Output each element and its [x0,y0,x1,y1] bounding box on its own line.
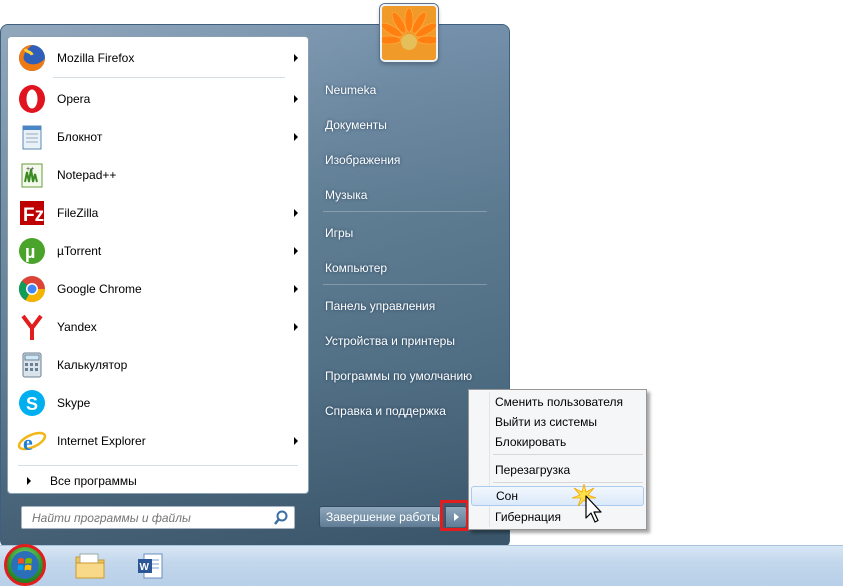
highlight-frame [440,500,469,531]
flower-picture-icon [382,6,436,60]
divider [323,211,487,212]
program-label: Google Chrome [57,282,142,296]
svg-text:µ: µ [25,242,35,262]
program-label: Mozilla Firefox [57,51,135,65]
search-box[interactable] [21,506,295,529]
svg-text:Fz: Fz [23,205,44,226]
link-user-folder[interactable]: Neumeka [325,83,376,97]
taskbar-word-button[interactable]: W [132,549,168,583]
program-label: Opera [57,92,91,106]
link-default-programs[interactable]: Программы по умолчанию [325,369,472,383]
menu-item-sleep[interactable]: Сон [471,486,644,506]
taskbar [0,545,843,586]
word-icon: W [138,553,163,579]
link-documents[interactable]: Документы [325,118,387,132]
submenu-arrow-icon[interactable] [294,323,298,331]
submenu-arrow-icon[interactable] [294,133,298,141]
link-help-support[interactable]: Справка и поддержка [325,404,446,418]
all-programs-label: Все программы [50,474,137,488]
menu-item-lock[interactable]: Блокировать [471,432,644,452]
program-item-notepad-plus-plus[interactable]: ++ Notepad++ [10,157,306,193]
notepad-plus-plus-icon: ++ [16,159,48,191]
search-input[interactable] [22,510,272,525]
program-label: Yandex [57,320,97,334]
triangle-right-icon [27,477,31,485]
search-icon[interactable] [272,509,290,527]
program-label: Notepad++ [57,168,117,182]
svg-text:S: S [26,394,38,414]
shutdown-button[interactable]: Завершение работы [319,506,442,528]
menu-item-log-off[interactable]: Выйти из системы [471,412,644,432]
link-music[interactable]: Музыка [325,188,367,202]
divider [323,284,487,285]
submenu-arrow-icon[interactable] [294,285,298,293]
link-pictures[interactable]: Изображения [325,153,400,167]
all-programs-button[interactable]: Все программы [10,470,306,492]
link-computer[interactable]: Компьютер [325,261,387,275]
program-item-firefox[interactable]: Mozilla Firefox [10,40,306,76]
internet-explorer-icon: e [16,425,48,457]
submenu-arrow-icon[interactable] [294,209,298,217]
arrow-cursor-icon [585,495,602,523]
program-item-opera[interactable]: Opera [10,81,306,117]
menu-separator [493,482,643,483]
opera-icon [16,83,48,115]
program-item-filezilla[interactable]: Fz FileZilla [10,195,306,231]
submenu-arrow-icon[interactable] [294,95,298,103]
link-games[interactable]: Игры [325,226,353,240]
filezilla-icon: Fz [16,197,48,229]
menu-separator [493,454,643,455]
submenu-arrow-icon[interactable] [294,54,298,62]
taskbar-explorer-button[interactable] [72,549,108,583]
program-item-calculator[interactable]: Калькулятор [10,347,306,383]
submenu-arrow-icon[interactable] [294,437,298,445]
menu-item-switch-user[interactable]: Сменить пользователя [471,392,644,412]
shutdown-label: Завершение работы [326,510,440,524]
program-item-yandex[interactable]: Yandex [10,309,306,345]
menu-item-hibernate[interactable]: Гибернация [471,507,644,527]
yandex-icon [16,311,48,343]
program-label: Блокнот [57,130,103,144]
link-control-panel[interactable]: Панель управления [325,299,435,313]
program-item-chrome[interactable]: Google Chrome [10,271,306,307]
program-label: µTorrent [57,244,102,258]
calculator-icon [16,349,48,381]
firefox-icon [16,42,48,74]
program-label: Калькулятор [57,358,128,372]
svg-text:++: ++ [26,166,34,173]
skype-icon: S [16,387,48,419]
mouse-cursor [571,482,612,526]
program-item-skype[interactable]: S Skype [10,385,306,421]
svg-text:e: e [23,430,33,455]
folder-icon [75,553,105,579]
divider [18,465,298,466]
chrome-icon [16,273,48,305]
divider [53,77,285,78]
program-item-utorrent[interactable]: µ µTorrent [10,233,306,269]
start-button[interactable] [4,544,46,586]
user-avatar[interactable] [380,4,438,62]
desktop: Mozilla Firefox Opera Блокнот ++ Notepad… [0,0,843,586]
program-label: Skype [57,396,91,410]
utorrent-icon: µ [16,235,48,267]
program-label: Internet Explorer [57,434,146,448]
program-label: FileZilla [57,206,99,220]
start-menu: Mozilla Firefox Opera Блокнот ++ Notepad… [0,24,510,548]
notepad-icon [16,121,48,153]
programs-panel: Mozilla Firefox Opera Блокнот ++ Notepad… [7,36,309,494]
link-devices-printers[interactable]: Устройства и принтеры [325,334,455,348]
power-options-menu: Сменить пользователя Выйти из системы Бл… [468,389,647,530]
program-item-notepad[interactable]: Блокнот [10,119,306,155]
program-item-internet-explorer[interactable]: e Internet Explorer [10,423,306,459]
menu-item-restart[interactable]: Перезагрузка [471,460,644,480]
windows-logo-icon [11,551,39,579]
svg-text:W: W [140,562,150,573]
submenu-arrow-icon[interactable] [294,247,298,255]
